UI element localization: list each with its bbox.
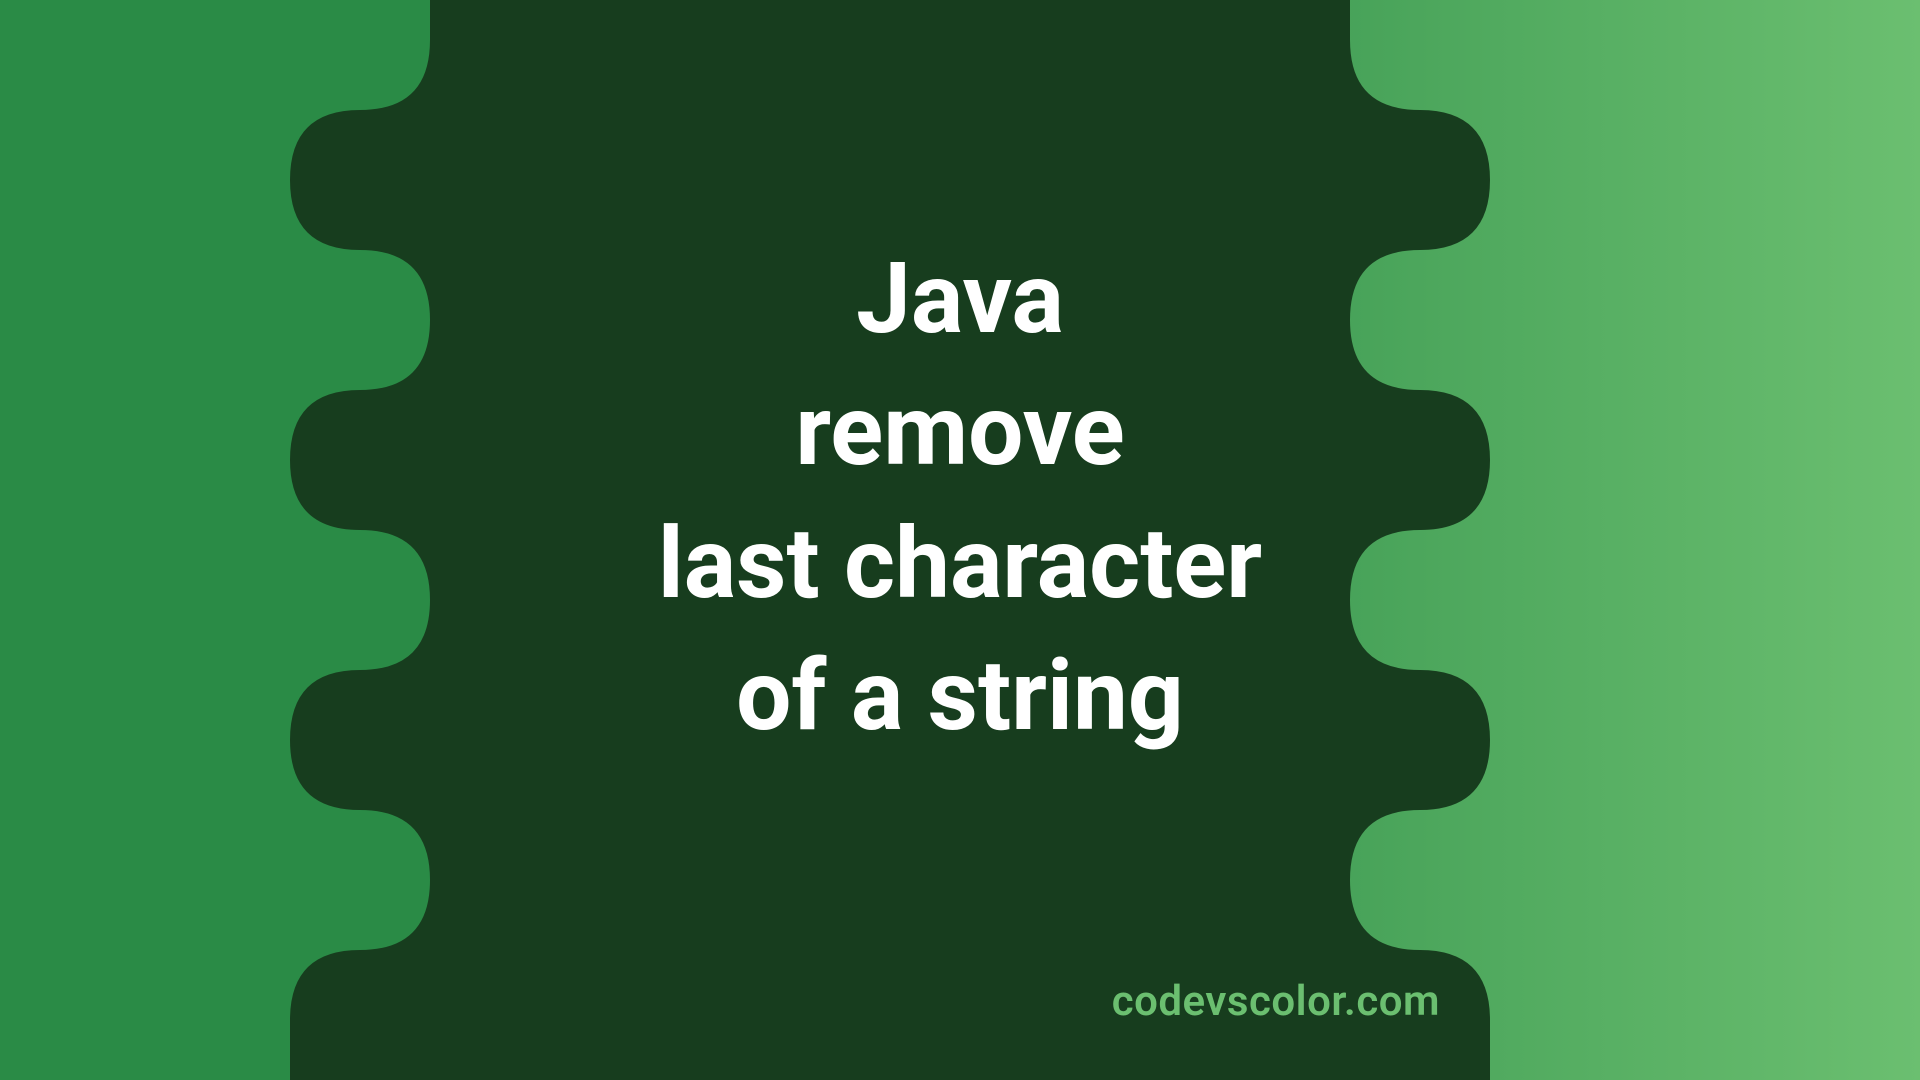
site-footer-text: codevscolor.com bbox=[1112, 977, 1440, 1026]
main-title: Java remove last character of a string bbox=[658, 233, 1262, 762]
